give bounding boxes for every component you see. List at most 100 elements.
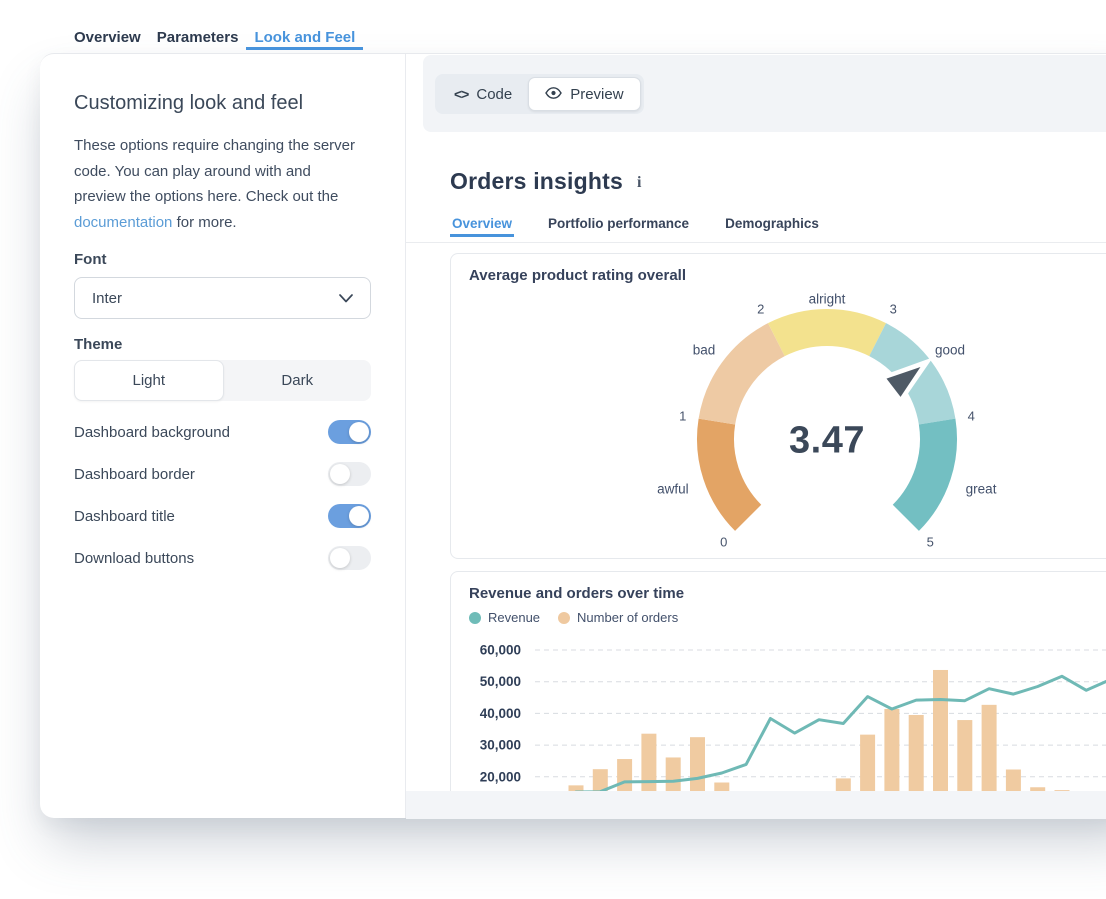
preview-button[interactable]: Preview <box>528 77 640 111</box>
toggle-label: Dashboard background <box>74 424 230 441</box>
description-text: These options require changing the serve… <box>74 137 355 205</box>
gauge-tick-4: 4 <box>968 409 975 424</box>
tab-look-and-feel[interactable]: Look and Feel <box>246 25 363 50</box>
dashboard-preview: Orders insights i Overview Portfolio perf… <box>406 132 1106 791</box>
info-icon[interactable]: i <box>637 174 641 192</box>
code-icon: <> <box>454 86 468 102</box>
theme-label: Theme <box>74 336 122 353</box>
toggle-switch-dashboard-border[interactable] <box>328 462 371 486</box>
y-axis-tick-label: 30,000 <box>480 738 521 753</box>
font-select[interactable]: Inter <box>74 277 371 319</box>
orders-bar <box>1006 770 1021 791</box>
orders-bar <box>714 783 729 791</box>
documentation-link[interactable]: documentation <box>74 214 172 231</box>
orders-bar <box>909 715 924 791</box>
dashboard-tab-bar: Overview Portfolio performance Demographic… <box>450 216 821 237</box>
dashboard-tab-demographics[interactable]: Demographics <box>723 216 821 237</box>
description-text-end: for more. <box>172 214 236 231</box>
toggle-row-download-buttons: Download buttons <box>74 546 371 570</box>
code-button-label: Code <box>476 86 512 103</box>
revenue-card-title: Revenue and orders over time <box>469 585 684 602</box>
toggle-row-dashboard-background: Dashboard background <box>74 420 371 444</box>
toggle-switch-dashboard-background[interactable] <box>328 420 371 444</box>
toggle-row-dashboard-border: Dashboard border <box>74 462 371 486</box>
preview-pane: <> Code Preview Orders insights i Overvi… <box>406 54 1106 818</box>
toggle-list: Dashboard background Dashboard border Dash… <box>74 420 371 588</box>
tab-overview[interactable]: Overview <box>66 25 149 50</box>
eye-icon <box>545 86 562 103</box>
toggle-knob <box>349 422 369 442</box>
gauge-tick-0: 0 <box>720 535 727 550</box>
gauge-tick-1: 1 <box>679 409 686 424</box>
view-toggle: <> Code Preview <box>435 74 644 114</box>
y-axis-tick-label: 40,000 <box>480 706 521 721</box>
orders-bar <box>982 705 997 791</box>
orders-bar <box>957 720 972 791</box>
dashboard-title: Orders insights <box>450 168 623 195</box>
y-axis-tick-label: 50,000 <box>480 674 521 689</box>
theme-toggle-group: LightDark <box>74 360 371 401</box>
toggle-switch-dashboard-title[interactable] <box>328 504 371 528</box>
chart-legend: Revenue Number of orders <box>469 610 678 625</box>
toggle-knob <box>349 506 369 526</box>
gauge-value: 3.47 <box>789 420 865 463</box>
gauge-tick-2: 2 <box>757 301 764 316</box>
gauge-segment-label-great: great <box>966 482 997 497</box>
y-axis-tick-label: 20,000 <box>480 769 521 784</box>
bottom-strip <box>406 791 1106 819</box>
code-button[interactable]: <> Code <box>438 77 528 111</box>
dashboard-tab-portfolio-performance[interactable]: Portfolio performance <box>546 216 691 237</box>
legend-dot-number-of-orders <box>558 612 570 624</box>
panel-heading: Customizing look and feel <box>74 92 303 115</box>
legend-label: Revenue <box>488 610 540 625</box>
orders-bar <box>836 778 851 791</box>
y-axis-tick-label: 60,000 <box>480 643 521 658</box>
toggle-label: Dashboard title <box>74 508 175 525</box>
gauge-segment-label-awful: awful <box>657 482 689 497</box>
gauge-segment-great <box>906 422 939 518</box>
legend-item-number-of-orders: Number of orders <box>558 610 678 625</box>
revenue-chart-svg: 60,000 50,000 40,000 30,000 20,000 <box>451 632 1106 791</box>
font-label: Font <box>74 251 106 268</box>
gauge-tick-3: 3 <box>890 301 897 316</box>
dashboard-tab-divider <box>406 242 1106 243</box>
preview-button-label: Preview <box>570 86 623 103</box>
legend-label: Number of orders <box>577 610 678 625</box>
toggle-switch-download-buttons[interactable] <box>328 546 371 570</box>
gauge-segment-label-good: good <box>935 342 965 357</box>
orders-bar <box>666 757 681 791</box>
main-card: Customizing look and feel These options … <box>40 53 1106 818</box>
gauge-chart[interactable]: 0 1 2 3 4 5 awful bad alright good great <box>451 254 1106 558</box>
settings-panel: Customizing look and feel These options … <box>40 54 406 818</box>
gauge-card: Average product rating overall 012345awf… <box>450 253 1106 559</box>
gauge-tick-5: 5 <box>927 535 934 550</box>
orders-bar <box>593 769 608 791</box>
theme-option-light[interactable]: Light <box>74 360 224 401</box>
chevron-down-icon <box>339 290 353 307</box>
panel-description: These options require changing the serve… <box>74 133 364 235</box>
legend-dot-revenue <box>469 612 481 624</box>
theme-option-dark[interactable]: Dark <box>224 360 372 401</box>
toolbar-strip: <> Code Preview <box>423 55 1106 132</box>
toggle-label: Download buttons <box>74 550 194 567</box>
top-tab-bar: OverviewParametersLook and Feel <box>66 25 363 50</box>
gauge-segment-awful <box>716 422 749 518</box>
gauge-segment-alright <box>776 328 877 340</box>
gauge-segment-label-alright: alright <box>809 292 846 307</box>
legend-item-revenue: Revenue <box>469 610 540 625</box>
gauge-segment-label-bad: bad <box>693 342 716 357</box>
toggle-knob <box>330 464 350 484</box>
toggle-row-dashboard-title: Dashboard title <box>74 504 371 528</box>
orders-bar <box>884 709 899 791</box>
dashboard-tab-overview[interactable]: Overview <box>450 216 514 237</box>
revenue-chart[interactable]: 60,000 50,000 40,000 30,000 20,000 <box>451 632 1106 791</box>
orders-bar <box>690 737 705 791</box>
orders-bar <box>933 670 948 791</box>
tab-parameters[interactable]: Parameters <box>149 25 247 50</box>
toggle-label: Dashboard border <box>74 466 195 483</box>
gauge-svg <box>451 254 1106 560</box>
orders-bar <box>617 759 632 791</box>
revenue-card: Revenue and orders over time Revenue Numb… <box>450 571 1106 791</box>
gauge-segment-bad <box>717 340 777 422</box>
orders-bar <box>860 735 875 791</box>
